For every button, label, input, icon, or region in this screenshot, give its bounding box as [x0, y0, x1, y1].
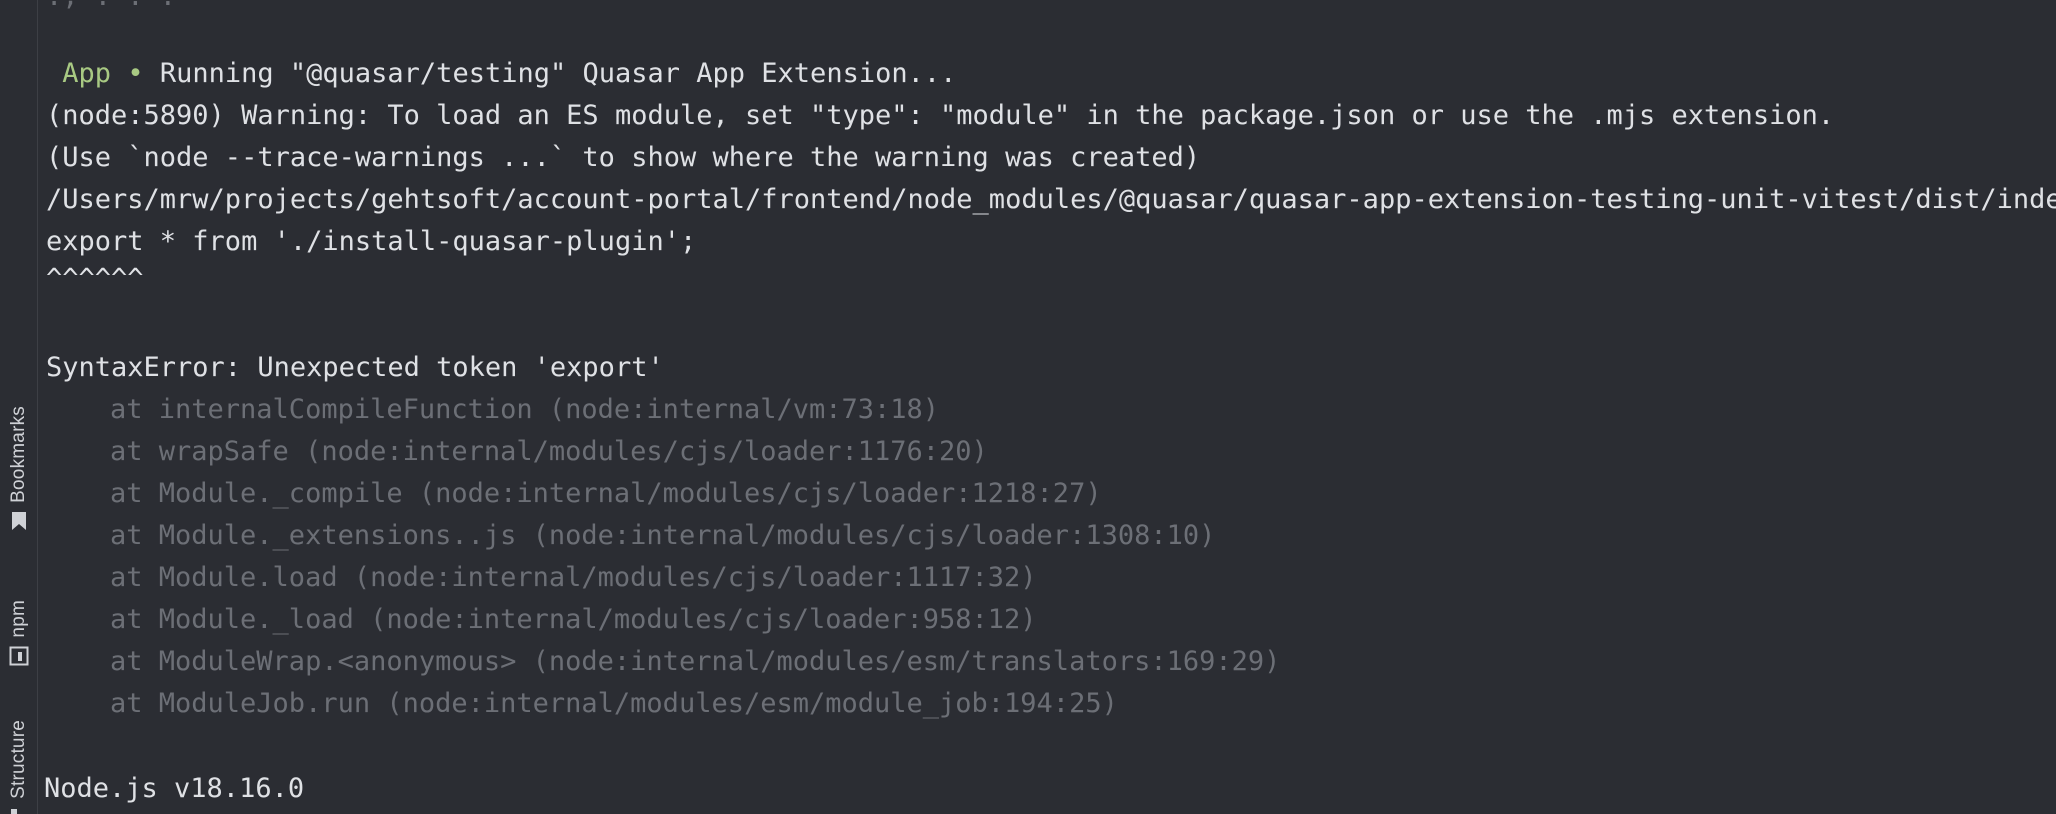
- terminal-line-caret: ^^^^^^: [46, 263, 144, 294]
- terminal-line-node-version: Node.js v18.16.0: [44, 773, 305, 804]
- stack-frame: at Module._compile (node:internal/module…: [110, 478, 1102, 509]
- stack-frame: at wrapSafe (node:internal/modules/cjs/l…: [110, 436, 988, 467]
- stack-frame: at ModuleJob.run (node:internal/modules/…: [110, 688, 1118, 719]
- stack-frame: at internalCompileFunction (node:interna…: [110, 394, 940, 425]
- npm-icon: [9, 646, 29, 666]
- terminal-line-error: SyntaxError: Unexpected token 'export': [46, 352, 664, 383]
- sidebar-tab-label: npm: [7, 600, 29, 638]
- terminal-line-running: App • Running "@quasar/testing" Quasar A…: [46, 53, 956, 95]
- sidebar-tab-structure[interactable]: Structure: [0, 720, 37, 814]
- terminal-line-fragment: ., . . .: [46, 0, 176, 18]
- bookmark-icon: [10, 511, 28, 531]
- app-tag: App: [62, 58, 112, 89]
- stack-frame: at ModuleWrap.<anonymous> (node:internal…: [110, 646, 1281, 677]
- stack-frame: at Module.load (node:internal/modules/cj…: [110, 562, 1037, 593]
- terminal-output[interactable]: ., . . . App • Running "@quasar/testing"…: [44, 0, 2056, 814]
- bullet: •: [127, 58, 144, 89]
- running-text: Running "@quasar/testing" Quasar App Ext…: [159, 58, 957, 89]
- terminal-line-warning: (node:5890) Warning: To load an ES modul…: [46, 100, 1835, 131]
- sidebar-tab-label: Structure: [7, 720, 29, 799]
- terminal-line-path: /Users/mrw/projects/gehtsoft/account-por…: [46, 184, 2056, 215]
- terminal-line-trace-hint: (Use `node --trace-warnings ...` to show…: [46, 142, 1201, 173]
- ide-window: Bookmarks npm Structure ., . . . App • R…: [0, 0, 2056, 814]
- sidebar-tab-label: Bookmarks: [7, 406, 29, 503]
- sidebar-tab-bookmarks[interactable]: Bookmarks: [0, 406, 37, 531]
- stack-frame: at Module._extensions..js (node:internal…: [110, 520, 1216, 551]
- stack-frame: at Module._load (node:internal/modules/c…: [110, 604, 1037, 635]
- structure-icon: [9, 807, 29, 814]
- terminal-line-export: export * from './install-quasar-plugin';: [46, 226, 697, 257]
- left-tool-strip: Bookmarks npm Structure: [0, 0, 38, 814]
- sidebar-tab-npm[interactable]: npm: [0, 600, 37, 666]
